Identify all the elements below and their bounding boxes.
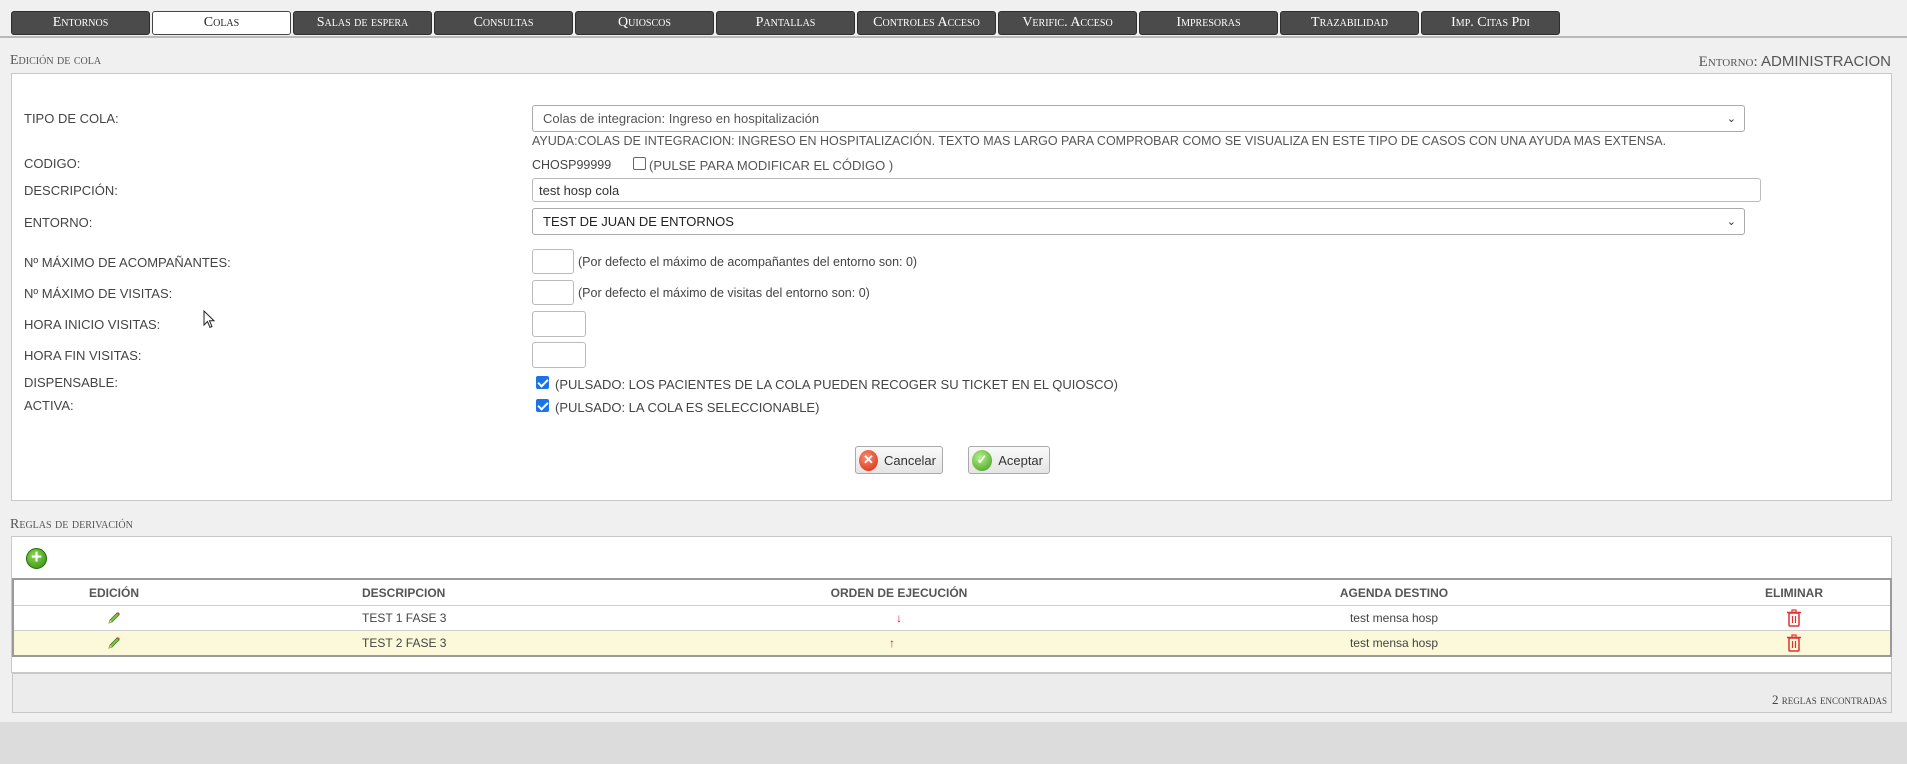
tipo-cola-label: TIPO DE COLA: (24, 111, 119, 126)
table-row[interactable]: TEST 1 FASE 3 ↓ test mensa hosp (14, 605, 1890, 630)
activa-label: ACTIVA: (24, 398, 74, 413)
trash-icon[interactable] (1694, 631, 1894, 655)
tab-colas[interactable]: Colas (152, 11, 291, 35)
tab-trazabilidad[interactable]: Trazabilidad (1280, 11, 1419, 35)
max-visitas-input[interactable] (532, 280, 574, 305)
accept-button[interactable]: ✓ Aceptar (968, 446, 1050, 474)
edit-pencil-icon[interactable] (14, 631, 214, 655)
environment-indicator: Entorno: ADMINISTRACION (1699, 53, 1891, 71)
dispensable-checkbox[interactable] (536, 376, 549, 389)
add-rule-icon[interactable]: + (26, 548, 47, 569)
header-eliminar: ELIMINAR (1765, 585, 1823, 600)
hora-fin-input[interactable] (532, 342, 586, 368)
tab-controles-acceso[interactable]: Controles Acceso (857, 11, 996, 35)
tabs-divider (0, 36, 1907, 38)
header-edicion: EDICIÓN (88, 585, 139, 600)
rule-agenda: test mensa hosp (1349, 636, 1439, 650)
activa-checkbox[interactable] (536, 399, 549, 412)
hora-fin-label: HORA FIN VISITAS: (24, 348, 142, 363)
accept-button-label: Aceptar (998, 452, 1043, 468)
tab-pantallas[interactable]: Pantallas (716, 11, 855, 35)
tipo-cola-value: Colas de integracion: Ingreso en hospita… (543, 111, 820, 126)
top-tabs: Entornos Colas Salas de espera Consultas… (11, 11, 1560, 35)
arrow-down-icon[interactable]: ↓ (774, 606, 1024, 630)
codigo-value: CHOSP99999 (532, 158, 612, 172)
codigo-hint: (PULSE PARA MODIFICAR EL CÓDIGO ) (649, 158, 894, 173)
tipo-cola-select[interactable]: Colas de integracion: Ingreso en hospita… (532, 105, 1745, 132)
dispensable-hint: (PULSADO: LOS PACIENTES DE LA COLA PUEDE… (555, 377, 1118, 392)
rule-agenda: test mensa hosp (1349, 611, 1439, 625)
table-row[interactable]: TEST 2 FASE 3 ↑ test mensa hosp (14, 630, 1890, 655)
entorno-label: ENTORNO: (24, 215, 93, 230)
cancel-icon: ✕ (859, 449, 878, 471)
table-header-row: EDICIÓN DESCRIPCION ORDEN DE EJECUCIÓN A… (14, 580, 1890, 605)
tab-consultas[interactable]: Consultas (434, 11, 573, 35)
tab-impresoras[interactable]: Impresoras (1139, 11, 1278, 35)
tab-quioscos[interactable]: Quioscos (575, 11, 714, 35)
header-descripcion: DESCRIPCION (362, 585, 446, 600)
max-acompanantes-input[interactable] (532, 249, 574, 274)
cancel-button[interactable]: ✕ Cancelar (855, 446, 943, 474)
check-icon: ✓ (972, 449, 993, 471)
page: Entornos Colas Salas de espera Consultas… (0, 0, 1907, 722)
entorno-value: TEST DE JUAN DE ENTORNOS (543, 214, 734, 229)
chevron-down-icon: ⌄ (1726, 113, 1736, 125)
tab-salas-de-espera[interactable]: Salas de espera (293, 11, 432, 35)
environment-value: ADMINISTRACION (1760, 53, 1891, 70)
descripcion-label: DESCRIPCIÓN: (24, 183, 118, 198)
tab-verific-acceso[interactable]: Verific. Acceso (998, 11, 1137, 35)
codigo-label: CODIGO: (24, 156, 81, 171)
section-title-reglas: Reglas de derivación (10, 517, 133, 532)
tab-imp-citas-pdi[interactable]: Imp. Citas Pdi (1421, 11, 1560, 35)
rules-footer: 2 reglas encontradas (12, 673, 1892, 713)
descripcion-input[interactable]: test hosp cola (532, 178, 1761, 202)
rules-table: EDICIÓN DESCRIPCION ORDEN DE EJECUCIÓN A… (12, 578, 1892, 657)
codigo-modify-checkbox[interactable] (633, 157, 646, 170)
entorno-select[interactable]: TEST DE JUAN DE ENTORNOS ⌄ (532, 208, 1745, 235)
edit-pencil-icon[interactable] (14, 606, 214, 630)
tipo-cola-help: AYUDA:COLAS DE INTEGRACION: INGRESO EN H… (532, 134, 1667, 148)
activa-hint: (PULSADO: LA COLA ES SELECCIONABLE) (555, 400, 820, 415)
max-acompanantes-hint: (Por defecto el máximo de acompañantes d… (578, 255, 918, 269)
hora-inicio-input[interactable] (532, 311, 586, 337)
rule-description: TEST 2 FASE 3 (362, 636, 447, 650)
hora-inicio-label: HORA INICIO VISITAS: (24, 317, 161, 332)
section-title-edicion: Edición de cola (10, 53, 102, 68)
rule-description: TEST 1 FASE 3 (362, 611, 447, 625)
header-agenda: AGENDA DESTINO (1339, 585, 1449, 600)
tab-entornos[interactable]: Entornos (11, 11, 150, 35)
max-visitas-hint: (Por defecto el máximo de visitas del en… (578, 286, 870, 300)
mouse-cursor-icon (203, 310, 216, 329)
chevron-down-icon: ⌄ (1726, 216, 1736, 228)
arrow-up-icon[interactable]: ↑ (774, 631, 1024, 655)
header-orden: ORDEN DE EJECUCIÓN (830, 585, 968, 600)
rules-count: 2 reglas encontradas (1771, 692, 1887, 707)
trash-icon[interactable] (1694, 606, 1894, 630)
dispensable-label: DISPENSABLE: (24, 375, 118, 390)
environment-key: Entorno: (1698, 54, 1758, 70)
cancel-button-label: Cancelar (883, 452, 936, 468)
max-visitas-label: Nº MÁXIMO DE VISITAS: (24, 286, 173, 301)
max-acompanantes-label: Nº MÁXIMO DE ACOMPAÑANTES: (24, 255, 231, 270)
